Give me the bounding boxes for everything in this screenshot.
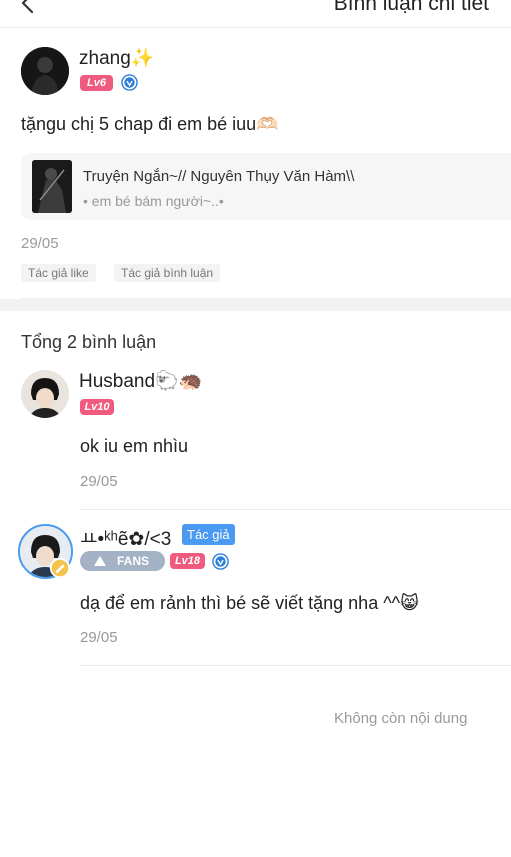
fans-label: FANS <box>117 554 150 568</box>
level-badge: Lv18 <box>170 553 205 569</box>
verified-icon <box>121 74 138 91</box>
comment-text: ok iu em nhìu <box>80 436 189 456</box>
story-title: Truyện Ngắn~// Nguyên Thụy Văn Hàm\\ <box>83 168 355 185</box>
post-text: tặngu chị 5 chap đi em bé iuu🫶🏻 <box>21 114 279 134</box>
comments-total: Tổng 2 bình luận <box>21 332 157 352</box>
level-badge: Lv10 <box>80 399 114 415</box>
page-title: Bình luận chi tiết <box>333 0 489 15</box>
avatar-image <box>21 370 69 418</box>
comment-date: 29/05 <box>80 629 118 646</box>
avatar[interactable] <box>21 47 69 95</box>
verified-icon <box>212 553 229 570</box>
end-of-content-text: Không còn nội dung <box>334 710 468 727</box>
writer-badge-icon <box>49 557 71 579</box>
comment-date: 29/05 <box>80 473 118 490</box>
author-liked-tag: Tác giả like <box>21 264 96 282</box>
fans-badge: FANS <box>80 551 165 571</box>
story-cover <box>32 160 72 213</box>
username[interactable]: ㅛ•ᵏʰẽ✿/<3 <box>80 524 171 551</box>
divider <box>80 509 511 510</box>
story-subtitle: • em bé bám người~..• <box>83 193 224 209</box>
username[interactable]: Husband🐑🦔 <box>79 369 202 393</box>
avatar[interactable] <box>21 370 69 418</box>
author-commented-tag: Tác giả bình luận <box>114 264 221 282</box>
story-card[interactable]: Truyện Ngắn~// Nguyên Thụy Văn Hàm\\ • e… <box>21 153 511 220</box>
top-bar: Bình luận chi tiết <box>0 0 511 28</box>
post-date: 29/05 <box>21 235 59 252</box>
avatar-image <box>21 47 69 95</box>
back-arrow-icon[interactable] <box>16 0 42 16</box>
comment-text: dạ để em rảnh thì bé sẽ viết tặng nha ^^… <box>80 593 419 613</box>
triangle-icon <box>94 556 106 566</box>
username[interactable]: zhang✨ <box>79 46 154 70</box>
author-badge: Tác giả <box>182 524 235 545</box>
level-badge: Lv6 <box>80 75 113 91</box>
divider <box>80 665 511 666</box>
section-separator <box>0 299 511 311</box>
